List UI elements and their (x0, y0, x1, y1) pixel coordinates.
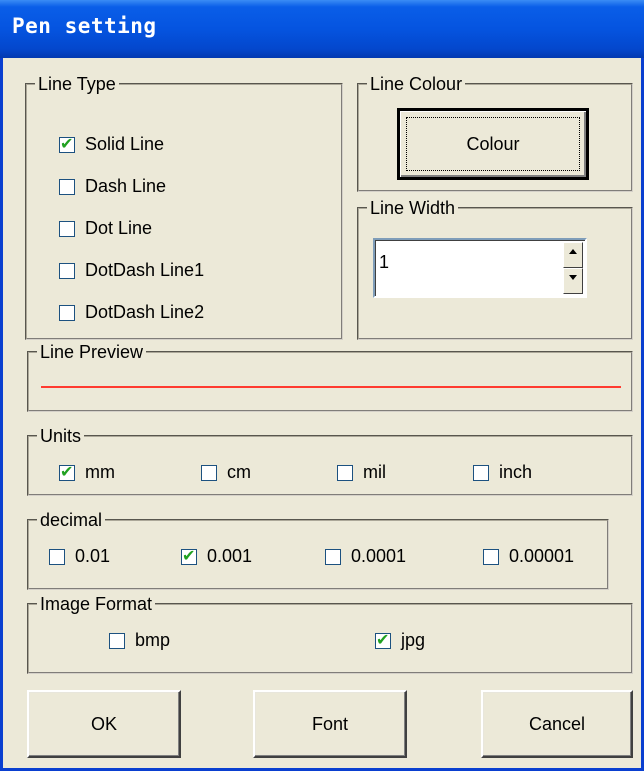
spin-down-button[interactable] (563, 268, 583, 294)
line-colour-group: Line Colour Colour (357, 74, 633, 192)
pen-setting-dialog: Pen setting Line Type Solid Line Dash Li… (0, 0, 644, 771)
ok-button[interactable]: OK (27, 690, 181, 758)
cancel-button[interactable]: Cancel (481, 690, 633, 758)
checkbox-cm[interactable]: cm (201, 462, 251, 483)
title-bar[interactable]: Pen setting (0, 0, 644, 58)
font-button[interactable]: Font (253, 690, 407, 758)
checkbox-box[interactable] (59, 220, 75, 237)
checkbox-label: mm (85, 462, 115, 482)
units-group: Units mm cm mil inch (27, 426, 633, 496)
line-type-legend: Line Type (38, 74, 116, 94)
window-title: Pen setting (12, 14, 157, 38)
line-preview-stroke (41, 386, 621, 388)
checkbox-bmp[interactable]: bmp (109, 630, 170, 651)
checkbox-inch[interactable]: inch (473, 462, 532, 483)
ok-button-label: OK (90, 713, 117, 734)
checkbox-0-0001[interactable]: 0.0001 (325, 546, 406, 567)
image-format-group: Image Format bmp jpg (27, 594, 633, 674)
checkbox-label: Solid Line (85, 134, 165, 154)
checkbox-box[interactable] (59, 462, 75, 481)
checkbox-label: 0.01 (75, 546, 111, 566)
arrow-down-icon (569, 275, 577, 280)
checkbox-dash-line[interactable]: Dash Line (59, 176, 166, 197)
checkbox-label: Dash Line (85, 176, 167, 196)
checkbox-mm[interactable]: mm (59, 462, 115, 483)
checkbox-label: bmp (135, 630, 171, 650)
cancel-button-label: Cancel (528, 713, 586, 734)
checkbox-box[interactable] (337, 464, 353, 481)
checkbox-label: DotDash Line1 (85, 260, 205, 280)
checkbox-solid-line[interactable]: Solid Line (59, 134, 164, 155)
checkbox-label: 0.001 (207, 546, 253, 566)
checkbox-box[interactable] (181, 546, 197, 565)
checkbox-box[interactable] (473, 464, 489, 481)
line-width-group: Line Width 1 (357, 198, 633, 340)
line-width-spinner[interactable]: 1 (373, 238, 587, 298)
font-button-label: Font (311, 713, 349, 734)
dialog-body: Line Type Solid Line Dash Line Dot Line … (3, 58, 641, 768)
checkbox-box[interactable] (59, 304, 75, 321)
checkbox-0-01[interactable]: 0.01 (49, 546, 110, 567)
checkbox-dotdash-line1[interactable]: DotDash Line1 (59, 260, 204, 281)
checkbox-jpg[interactable]: jpg (375, 630, 425, 651)
checkbox-label: DotDash Line2 (85, 302, 205, 322)
checkbox-label: 0.00001 (509, 546, 575, 566)
image-format-legend: Image Format (40, 594, 153, 614)
line-colour-legend: Line Colour (370, 74, 463, 94)
decimal-group: decimal 0.01 0.001 0.0001 0.00001 (27, 510, 609, 590)
line-preview-group: Line Preview (27, 342, 633, 412)
spin-up-button[interactable] (563, 242, 583, 268)
checkbox-dot-line[interactable]: Dot Line (59, 218, 152, 239)
colour-button[interactable]: Colour (397, 108, 589, 180)
line-width-legend: Line Width (370, 198, 456, 218)
line-preview-legend: Line Preview (40, 342, 144, 362)
checkbox-label: inch (499, 462, 533, 482)
checkbox-box[interactable] (59, 178, 75, 195)
checkbox-mil[interactable]: mil (337, 462, 386, 483)
checkbox-box[interactable] (49, 548, 65, 565)
checkbox-box[interactable] (325, 548, 341, 565)
checkbox-dotdash-line2[interactable]: DotDash Line2 (59, 302, 204, 323)
line-type-group: Line Type Solid Line Dash Line Dot Line … (25, 74, 343, 340)
checkbox-box[interactable] (59, 262, 75, 279)
checkbox-label: cm (227, 462, 251, 482)
checkbox-box[interactable] (483, 548, 499, 565)
checkbox-0-001[interactable]: 0.001 (181, 546, 252, 567)
checkbox-label: Dot Line (85, 218, 153, 238)
checkbox-0-00001[interactable]: 0.00001 (483, 546, 574, 567)
spinner-arrows (563, 242, 583, 294)
checkbox-box[interactable] (375, 630, 391, 649)
units-legend: Units (40, 426, 82, 446)
checkbox-label: jpg (401, 630, 426, 650)
checkbox-box[interactable] (59, 134, 75, 153)
arrow-up-icon (569, 249, 577, 254)
checkbox-label: mil (363, 462, 386, 482)
focus-rect (406, 117, 580, 171)
line-width-value[interactable]: 1 (379, 252, 389, 273)
checkbox-box[interactable] (109, 632, 125, 649)
checkbox-label: 0.0001 (351, 546, 407, 566)
decimal-legend: decimal (40, 510, 103, 530)
checkbox-box[interactable] (201, 464, 217, 481)
